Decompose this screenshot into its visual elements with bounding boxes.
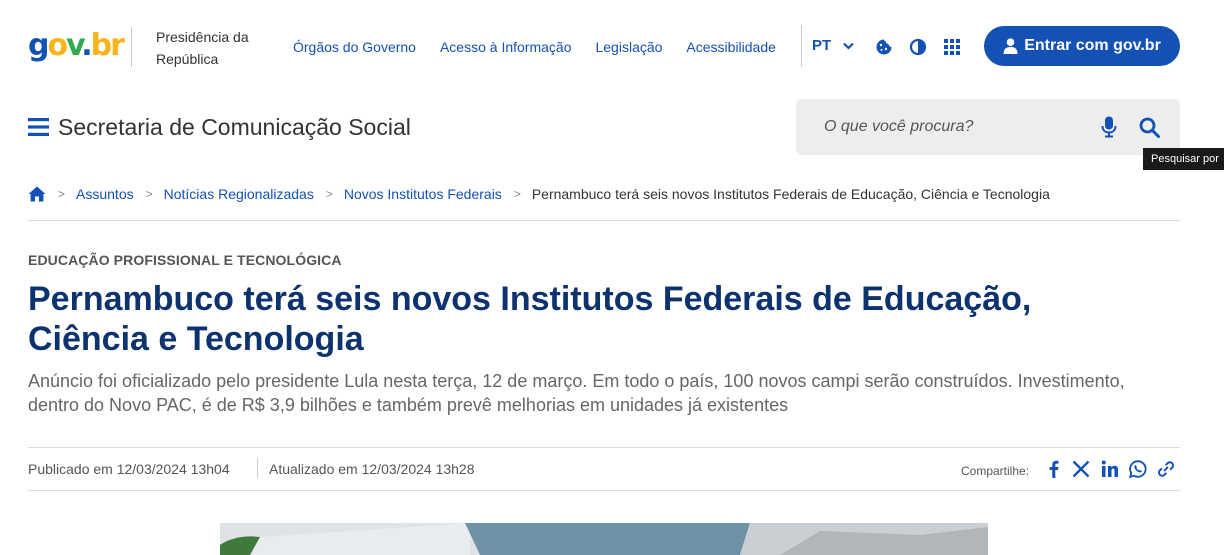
apps-grid-icon[interactable] xyxy=(943,38,961,56)
home-icon[interactable] xyxy=(28,186,46,202)
breadcrumb-separator-icon: > xyxy=(145,187,153,201)
language-label: PT xyxy=(812,37,832,54)
top-links: Órgãos do Governo Acesso à Informação Le… xyxy=(293,38,800,56)
microphone-icon[interactable] xyxy=(1101,116,1117,138)
search-tooltip: Pesquisar por xyxy=(1143,148,1224,170)
article-title: Pernambuco terá seis novos Institutos Fe… xyxy=(28,280,1032,358)
breadcrumb-separator-icon: > xyxy=(58,187,66,201)
linkedin-icon[interactable] xyxy=(1101,460,1119,478)
logo-divider xyxy=(131,27,132,67)
gov-br-logo[interactable]: gov.br xyxy=(28,28,125,64)
link-acessibilidade[interactable]: Acessibilidade xyxy=(686,38,776,56)
meta-divider xyxy=(257,458,258,478)
breadcrumb-item-assuntos[interactable]: Assuntos xyxy=(76,186,134,202)
published-date: Publicado em 12/03/2024 13h04 xyxy=(28,461,230,477)
search-box xyxy=(796,99,1180,155)
breadcrumb-item-novos-institutos[interactable]: Novos Institutos Federais xyxy=(344,186,502,202)
photo-scene xyxy=(220,523,988,555)
user-icon xyxy=(1003,38,1018,54)
login-button-label: Entrar com gov.br xyxy=(1024,37,1161,54)
contrast-icon[interactable] xyxy=(909,38,927,56)
article-subtitle: Anúncio foi oficializado pelo presidente… xyxy=(28,371,1125,415)
article-image xyxy=(220,523,988,555)
breadcrumb: > Assuntos > Notícias Regionalizadas > N… xyxy=(28,186,1050,202)
divider xyxy=(28,220,1180,221)
org-name: Presidência da República xyxy=(156,29,249,67)
site-title[interactable]: Secretaria de Comunicação Social xyxy=(58,113,411,141)
article-kicker: EDUCAÇÃO PROFISSIONAL E TECNOLÓGICA xyxy=(28,252,342,268)
search-icon[interactable] xyxy=(1139,117,1160,138)
facebook-icon[interactable] xyxy=(1045,460,1063,478)
hamburger-menu-icon[interactable] xyxy=(28,117,49,137)
breadcrumb-separator-icon: > xyxy=(513,187,521,201)
cookie-icon[interactable] xyxy=(875,38,893,56)
language-selector[interactable]: PT xyxy=(812,37,854,54)
divider xyxy=(28,447,1180,448)
breadcrumb-separator-icon: > xyxy=(325,187,333,201)
breadcrumb-current: Pernambuco terá seis novos Institutos Fe… xyxy=(531,186,1050,202)
search-input[interactable] xyxy=(824,116,1074,138)
x-icon[interactable] xyxy=(1072,460,1090,478)
whatsapp-icon[interactable] xyxy=(1129,460,1147,478)
login-button[interactable]: Entrar com gov.br xyxy=(984,26,1180,66)
share-label: Compartilhe: xyxy=(961,464,1030,478)
updated-date: Atualizado em 12/03/2024 13h28 xyxy=(269,461,475,477)
top-bar: gov.br Presidência da República Órgãos d… xyxy=(0,0,1224,92)
breadcrumb-item-noticias-regionalizadas[interactable]: Notícias Regionalizadas xyxy=(164,186,314,202)
chevron-down-icon xyxy=(843,42,854,50)
link-orgaos-do-governo[interactable]: Órgãos do Governo xyxy=(293,38,416,56)
link-legislacao[interactable]: Legislação xyxy=(595,38,662,56)
divider xyxy=(28,490,1180,491)
link-icon[interactable] xyxy=(1157,460,1175,478)
link-acesso-a-informacao[interactable]: Acesso à Informação xyxy=(440,38,572,56)
top-divider xyxy=(801,25,802,67)
